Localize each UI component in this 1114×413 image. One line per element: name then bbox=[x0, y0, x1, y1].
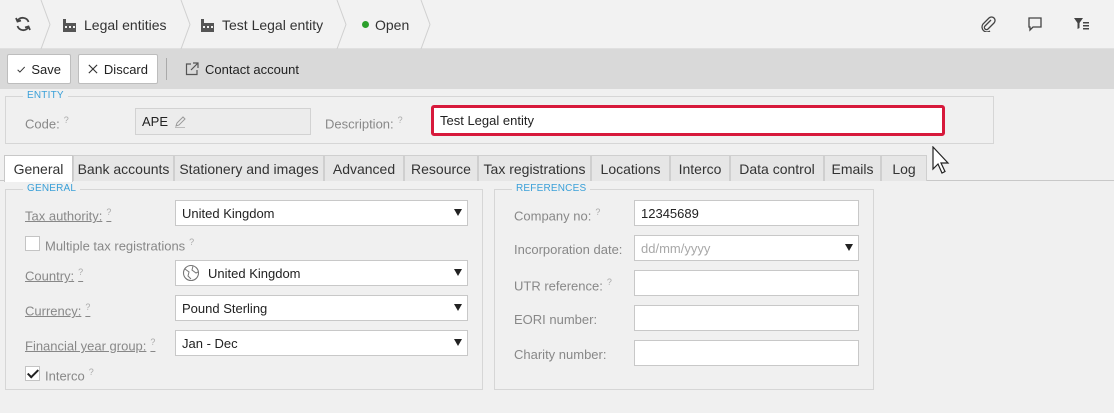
utr-reference-label: UTR reference:? bbox=[514, 277, 612, 294]
tab-log[interactable]: Log bbox=[881, 155, 927, 181]
chevron-down-icon bbox=[454, 209, 462, 216]
tax-authority-value: United Kingdom bbox=[182, 205, 275, 221]
interco-label: Interco? bbox=[45, 367, 94, 384]
tax-authority-select[interactable]: United Kingdom bbox=[175, 200, 468, 226]
action-toolbar: Save Discard Contact account bbox=[0, 49, 1114, 89]
currency-label: Currency:? bbox=[25, 302, 91, 319]
incorporation-date-picker[interactable]: dd/mm/yyyy bbox=[634, 235, 859, 261]
tab-stationery-and-images[interactable]: Stationery and images bbox=[174, 155, 324, 181]
checkmark-icon bbox=[17, 66, 26, 73]
description-label: Description:? bbox=[325, 115, 403, 132]
description-highlight bbox=[431, 105, 945, 136]
tab-bank-accounts[interactable]: Bank accounts bbox=[73, 155, 174, 181]
tab-general[interactable]: General bbox=[4, 155, 73, 182]
save-button[interactable]: Save bbox=[7, 54, 71, 84]
country-label: Country:? bbox=[25, 267, 84, 284]
breadcrumb-separator bbox=[420, 0, 431, 49]
financial-year-group-select[interactable]: Jan - Dec bbox=[175, 330, 468, 356]
status-badge[interactable]: Open bbox=[362, 0, 409, 49]
breadcrumb-label: Legal entities bbox=[84, 16, 167, 33]
status-label: Open bbox=[375, 16, 410, 33]
interco-checkbox[interactable] bbox=[25, 366, 40, 381]
eori-number-field[interactable] bbox=[634, 305, 859, 331]
help-icon[interactable]: ? bbox=[398, 115, 403, 125]
breadcrumb-separator bbox=[336, 0, 347, 49]
breadcrumb-legal-entities[interactable]: Legal entities bbox=[62, 0, 167, 49]
code-value: APE bbox=[142, 114, 169, 129]
currency-select[interactable]: Pound Sterling bbox=[175, 295, 468, 321]
tab-advanced[interactable]: Advanced bbox=[324, 155, 404, 181]
charity-number-label: Charity number: bbox=[514, 347, 607, 362]
chevron-down-icon bbox=[454, 269, 462, 276]
tab-locations[interactable]: Locations bbox=[591, 155, 670, 181]
charity-number-field[interactable] bbox=[634, 340, 859, 366]
help-icon[interactable]: ? bbox=[595, 207, 600, 217]
entity-legend: ENTITY bbox=[23, 90, 68, 101]
help-icon[interactable]: ? bbox=[189, 237, 194, 247]
help-icon[interactable]: ? bbox=[64, 115, 69, 125]
eori-number-label: EORI number: bbox=[514, 312, 598, 327]
code-field[interactable]: APE bbox=[135, 108, 311, 135]
refresh-icon[interactable] bbox=[14, 15, 32, 36]
tab-tax-registrations[interactable]: Tax registrations bbox=[478, 155, 591, 181]
tab-interco[interactable]: Interco bbox=[670, 155, 730, 181]
company-no-field[interactable]: 12345689 bbox=[634, 200, 859, 226]
incorporation-date-label: Incorporation date: bbox=[514, 242, 623, 257]
close-icon bbox=[88, 64, 98, 74]
multiple-tax-registrations-label: Multiple tax registrations? bbox=[45, 237, 195, 254]
references-legend: REFERENCES bbox=[512, 183, 591, 194]
help-icon[interactable]: ? bbox=[89, 367, 94, 377]
financial-year-group-value: Jan - Dec bbox=[182, 335, 238, 351]
tax-authority-label: Tax authority:? bbox=[25, 207, 112, 224]
currency-value: Pound Sterling bbox=[182, 300, 268, 316]
tab-data-control[interactable]: Data control bbox=[730, 155, 824, 181]
breadcrumb-label: Test Legal entity bbox=[222, 16, 324, 33]
chevron-down-icon bbox=[454, 304, 462, 311]
country-select[interactable]: United Kingdom bbox=[175, 260, 468, 286]
external-link-icon bbox=[185, 62, 199, 76]
filter-list-icon[interactable] bbox=[1073, 16, 1090, 35]
company-no-label: Company no:? bbox=[514, 207, 601, 224]
top-bar: Legal entities Test Legal entity Open bbox=[0, 0, 1114, 49]
contact-account-button[interactable]: Contact account bbox=[185, 54, 299, 84]
help-icon[interactable]: ? bbox=[150, 337, 155, 347]
building-icon bbox=[200, 18, 215, 32]
globe-icon bbox=[182, 264, 200, 282]
chevron-down-icon bbox=[454, 339, 462, 346]
tab-resource[interactable]: Resource bbox=[404, 155, 478, 181]
code-label: Code:? bbox=[25, 115, 69, 132]
incorporation-date-placeholder: dd/mm/yyyy bbox=[641, 240, 711, 256]
tab-emails[interactable]: Emails bbox=[824, 155, 881, 181]
chevron-down-icon bbox=[845, 244, 853, 251]
multiple-tax-registrations-checkbox[interactable] bbox=[25, 236, 40, 251]
breadcrumb-separator bbox=[180, 0, 191, 49]
save-label: Save bbox=[31, 61, 61, 77]
company-no-value: 12345689 bbox=[641, 205, 699, 221]
tab-bar: General Bank accounts Stationery and ima… bbox=[0, 155, 1114, 182]
help-icon[interactable]: ? bbox=[607, 277, 612, 287]
discard-label: Discard bbox=[103, 61, 148, 77]
status-dot-icon bbox=[362, 21, 369, 28]
help-icon[interactable]: ? bbox=[85, 302, 90, 312]
contact-account-label: Contact account bbox=[205, 61, 299, 77]
edit-icon[interactable] bbox=[174, 115, 186, 128]
discard-button[interactable]: Discard bbox=[78, 54, 158, 84]
toolbar-divider bbox=[166, 58, 167, 80]
attach-icon[interactable] bbox=[980, 16, 996, 35]
breadcrumb-separator bbox=[40, 0, 51, 49]
comment-icon[interactable] bbox=[1027, 16, 1043, 35]
utr-reference-field[interactable] bbox=[634, 270, 859, 296]
help-icon[interactable]: ? bbox=[78, 267, 83, 277]
country-value: United Kingdom bbox=[208, 265, 301, 281]
general-legend: GENERAL bbox=[23, 183, 81, 194]
building-icon bbox=[62, 18, 77, 32]
help-icon[interactable]: ? bbox=[106, 207, 111, 217]
breadcrumb-test-legal-entity[interactable]: Test Legal entity bbox=[200, 0, 323, 49]
financial-year-group-label: Financial year group:? bbox=[25, 337, 156, 354]
